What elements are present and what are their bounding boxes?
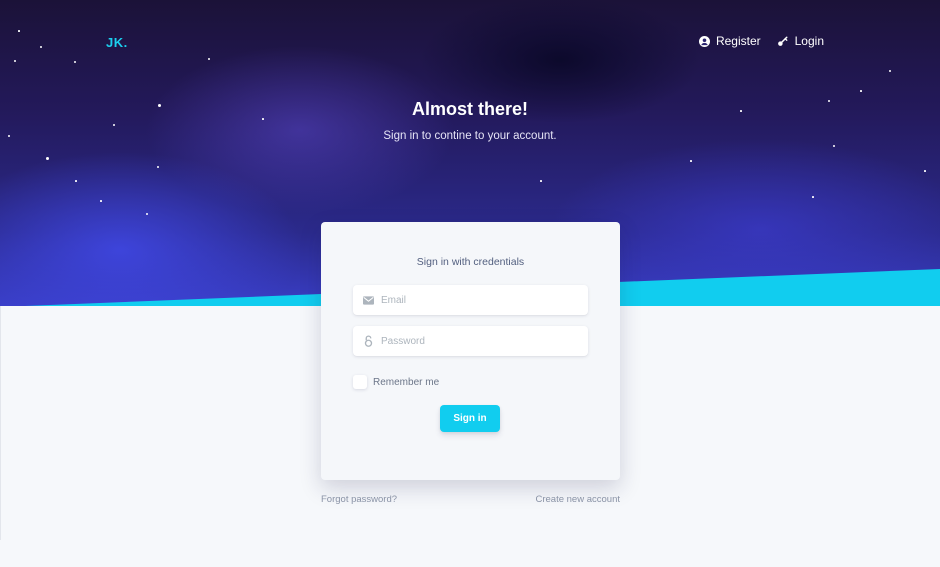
create-account-link[interactable]: Create new account <box>536 494 621 505</box>
page-title: Almost there! <box>411 99 528 119</box>
login-card: Sign in with credentials Remember me Sig… <box>321 222 620 480</box>
forgot-password-link[interactable]: Forgot password? <box>321 494 397 505</box>
register-label: Register <box>715 34 761 48</box>
login-link[interactable]: Login <box>777 34 824 48</box>
password-field-wrapper <box>353 326 588 356</box>
password-input[interactable] <box>381 327 571 355</box>
email-input[interactable] <box>381 286 571 314</box>
sign-in-button[interactable]: Sign in <box>440 405 500 432</box>
key-icon <box>777 35 789 47</box>
card-title: Sign in with credentials <box>416 256 525 268</box>
register-link[interactable]: Register <box>698 34 761 48</box>
lock-icon <box>355 335 381 347</box>
email-field-wrapper <box>353 285 588 315</box>
envelope-icon <box>355 295 381 305</box>
divider <box>0 306 1 540</box>
page-subtitle: Sign in to contine to your account. <box>383 130 557 142</box>
remember-me-checkbox[interactable]: Remember me <box>353 375 439 389</box>
user-circle-icon <box>698 35 710 47</box>
top-nav: Register Login <box>698 34 824 48</box>
checkbox-box[interactable] <box>353 375 367 389</box>
brand-logo[interactable]: JK. <box>106 35 128 50</box>
login-label: Login <box>794 34 824 48</box>
remember-me-label: Remember me <box>373 376 440 388</box>
